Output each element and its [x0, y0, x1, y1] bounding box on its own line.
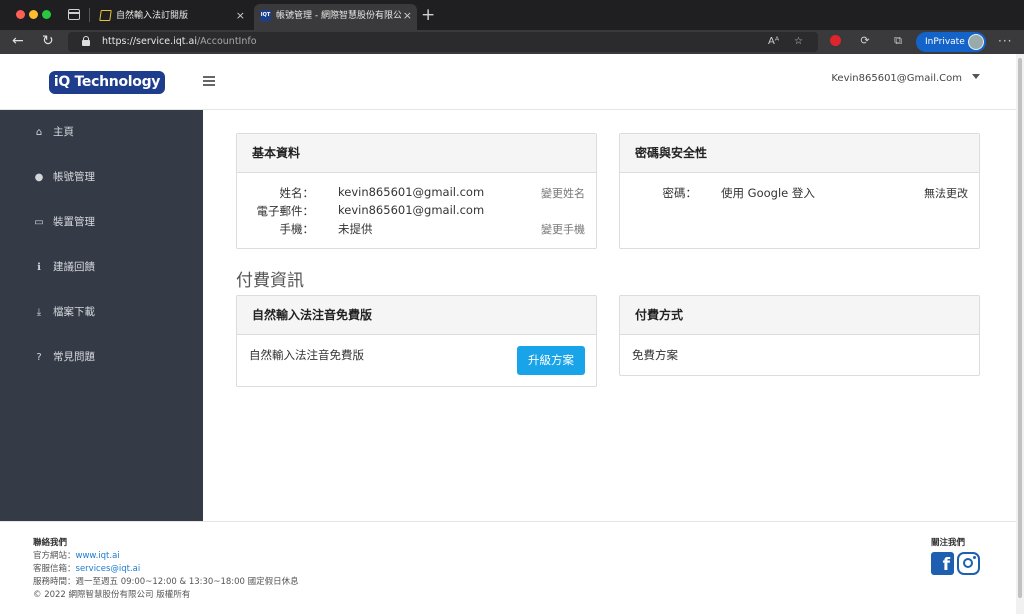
minimize-window-button[interactable] — [29, 10, 38, 19]
zoom-window-button[interactable] — [42, 10, 51, 19]
profile-avatar — [968, 34, 984, 50]
plan-card: 自然輸入法注音免費版 自然輸入法注音免費版 升級方案 — [236, 295, 597, 387]
sidebar-item-label: 檔案下載 — [53, 306, 95, 318]
back-button[interactable]: ← — [12, 30, 24, 54]
info-icon: ℹ — [37, 262, 41, 273]
lock-icon — [82, 36, 90, 46]
web-page: iQ Technology Kevin865601@Gmail.Com ⌂ 主頁 … — [0, 54, 1016, 614]
home-icon: ⌂ — [35, 127, 43, 138]
main-content: 基本資料 姓名： kevin865601@gmail.com 變更姓名 電子郵件… — [203, 110, 1016, 521]
card-title: 基本資料 — [237, 134, 596, 173]
close-tab-icon[interactable]: × — [403, 4, 412, 28]
sidebar-item-downloads[interactable]: ⤓ 檔案下載 — [33, 302, 95, 322]
url-text: https://service.iqt.ai/AccountInfo — [102, 36, 257, 47]
tab-actions-icon[interactable] — [68, 9, 80, 20]
user-icon: ● — [34, 172, 44, 183]
sidebar-item-label: 常見問題 — [53, 351, 95, 363]
follow-title: 關注我們 — [931, 538, 966, 548]
upgrade-plan-button[interactable]: 升級方案 — [517, 346, 585, 375]
support-email-link[interactable]: services@iqt.ai — [76, 564, 141, 574]
service-hours: 服務時間：週一至週五 09:00~12:00 & 13:30~18:00 國定假… — [33, 577, 299, 587]
card-title: 付費方式 — [620, 296, 979, 335]
tab-title: 帳號管理 - 網際智慧股份有限公司 — [276, 11, 401, 21]
sidebar-item-label: 主頁 — [53, 126, 74, 138]
password-label: 密碼： — [662, 186, 698, 200]
question-icon: ? — [36, 352, 42, 363]
download-icon: ⤓ — [36, 307, 42, 318]
browser-tab-2-active[interactable]: IQT 帳號管理 - 網際智慧股份有限公司 × — [254, 4, 417, 30]
basic-info-card: 基本資料 姓名： kevin865601@gmail.com 變更姓名 電子郵件… — [236, 133, 597, 249]
payment-method-value: 免費方案 — [632, 348, 678, 362]
instagram-icon[interactable] — [957, 552, 980, 575]
site-header: iQ Technology Kevin865601@Gmail.Com — [0, 54, 1016, 110]
add-favorite-icon[interactable]: ☆ — [794, 35, 803, 49]
phone-label: 手機： — [279, 222, 315, 236]
password-value: 使用 Google 登入 — [721, 186, 815, 200]
sidebar-item-feedback[interactable]: ℹ 建議回饋 — [33, 257, 95, 277]
card-title: 密碼與安全性 — [620, 134, 979, 173]
more-options-icon[interactable]: ··· — [998, 34, 1012, 48]
extension-icon[interactable] — [828, 34, 842, 48]
collections-icon[interactable]: ⧉ — [891, 34, 905, 48]
facebook-icon[interactable]: f — [931, 552, 954, 575]
reload-button[interactable]: ↻ — [42, 30, 54, 54]
name-value: kevin865601@gmail.com — [338, 185, 485, 199]
user-menu[interactable]: Kevin865601@Gmail.Com — [831, 72, 980, 86]
laptop-icon: ▭ — [34, 217, 44, 228]
close-tab-icon[interactable]: × — [236, 4, 245, 28]
sidebar-item-label: 裝置管理 — [53, 216, 95, 228]
extensions-puzzle-icon[interactable]: ⟳ — [858, 34, 872, 48]
email-label: 電子郵件： — [256, 204, 315, 218]
website-line: 官方網站：www.iqt.ai — [33, 549, 120, 561]
name-label: 姓名： — [279, 186, 315, 200]
user-email: Kevin865601@Gmail.Com — [831, 73, 962, 84]
iq-technology-logo[interactable]: iQ Technology — [49, 71, 165, 94]
sidebar-item-faq[interactable]: ? 常見問題 — [33, 347, 95, 367]
tab-divider — [89, 8, 90, 22]
email-value: kevin865601@gmail.com — [338, 203, 485, 217]
browser-toolbar: ← ↻ https://service.iqt.ai/AccountInfo A… — [0, 30, 1024, 54]
sidebar: ⌂ 主頁 ● 帳號管理 ▭ 裝置管理 ℹ 建議回饋 ⤓ 檔案下載 ? 常見問題 — [0, 110, 203, 521]
close-window-button[interactable] — [16, 10, 25, 19]
chevron-down-icon — [972, 73, 980, 79]
inprivate-badge[interactable]: InPrivate — [916, 32, 986, 52]
page-scrollbar[interactable] — [1016, 54, 1024, 614]
plan-name: 自然輸入法注音免費版 — [249, 348, 364, 362]
document-icon — [99, 10, 112, 21]
new-tab-button[interactable]: + — [421, 3, 435, 27]
change-phone-link[interactable]: 變更手機 — [541, 221, 585, 237]
change-name-link[interactable]: 變更姓名 — [541, 185, 585, 201]
browser-tab-bar: 自然輸入法訂閱版 × IQT 帳號管理 - 網際智慧股份有限公司 × + — [0, 0, 1024, 30]
menu-toggle-icon[interactable] — [203, 76, 215, 86]
sidebar-item-devices[interactable]: ▭ 裝置管理 — [33, 212, 95, 232]
sidebar-item-label: 帳號管理 — [53, 171, 95, 183]
site-footer: 聯絡我們 官方網站：www.iqt.ai 客服信箱：services@iqt.a… — [0, 521, 1016, 614]
inprivate-label: InPrivate — [925, 37, 965, 47]
read-aloud-icon[interactable]: Aᴬ — [768, 35, 779, 49]
support-email-label: 客服信箱： — [33, 564, 76, 574]
sidebar-item-label: 建議回饋 — [53, 261, 95, 273]
tab-title: 自然輸入法訂閱版 — [116, 11, 189, 21]
copyright: © 2022 網際智慧股份有限公司 版權所有 — [33, 590, 191, 600]
email-line: 客服信箱：services@iqt.ai — [33, 562, 140, 574]
iqt-logo-icon: IQT — [260, 10, 271, 21]
address-bar[interactable]: https://service.iqt.ai/AccountInfo Aᴬ ☆ — [68, 32, 818, 52]
password-note: 無法更改 — [924, 187, 968, 200]
payment-method-card: 付費方式 免費方案 — [619, 295, 980, 376]
sidebar-item-home[interactable]: ⌂ 主頁 — [33, 122, 74, 142]
security-card: 密碼與安全性 密碼： 使用 Google 登入 無法更改 — [619, 133, 980, 249]
phone-value: 未提供 — [338, 222, 373, 236]
website-link[interactable]: www.iqt.ai — [76, 551, 120, 561]
browser-tab-1[interactable]: 自然輸入法訂閱版 × — [94, 4, 250, 30]
sidebar-item-account[interactable]: ● 帳號管理 — [33, 167, 95, 187]
contact-title: 聯絡我們 — [33, 538, 68, 548]
website-label: 官方網站： — [33, 551, 76, 561]
card-title: 自然輸入法注音免費版 — [237, 296, 596, 335]
billing-section-title: 付費資訊 — [236, 271, 304, 291]
